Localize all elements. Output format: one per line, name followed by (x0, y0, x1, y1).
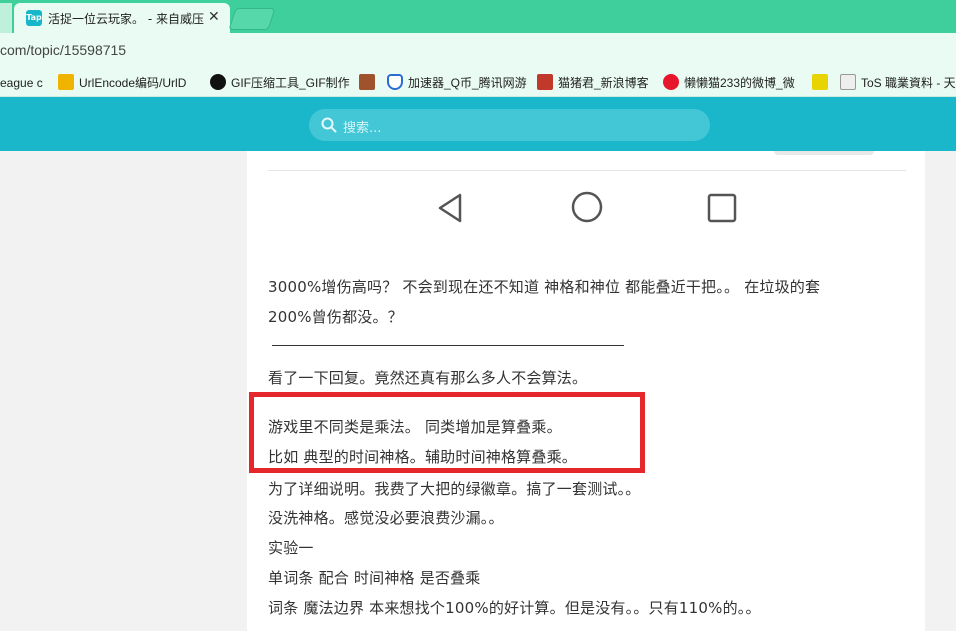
gif-tool-icon (210, 74, 226, 90)
browser-tab-strip: Tap 活捉一位云玩家。 - 来自威压 ✕ (0, 0, 956, 33)
bookmarks-bar: eague c UrlEncode编码/UrlD GIF压缩工具_GIF制作 加… (0, 69, 956, 97)
new-tab-button[interactable] (228, 8, 276, 30)
divider (268, 170, 906, 171)
post-line: 没洗神格。感觉没必要浪费沙漏。。 (268, 509, 504, 527)
box-icon (359, 74, 375, 90)
bookmark-accelerator[interactable]: 加速器_Q币_腾讯网游 (387, 73, 527, 93)
red-highlight-box (249, 392, 645, 473)
tian-icon (840, 74, 856, 90)
bookmark-tos[interactable]: ToS 職業資料 - 天 (840, 73, 956, 93)
bookmark-blog[interactable]: 猫猪君_新浪博客 (537, 73, 649, 93)
bookmark-urlencode[interactable]: UrlEncode编码/UrlD (58, 73, 186, 93)
bookmark-weibo[interactable]: 懒懒猫233的微博_微 (663, 73, 795, 93)
previous-tab[interactable] (0, 3, 12, 33)
post-line: 实验一 (268, 539, 314, 557)
bookmark-gif[interactable]: GIF压缩工具_GIF制作 (210, 73, 350, 93)
search-input[interactable]: 搜索... (309, 109, 710, 141)
star-icon (812, 74, 828, 90)
bookmark-box[interactable] (359, 73, 380, 93)
bookmark-league[interactable]: eague c (0, 73, 43, 93)
post-line: 看了一下回复。竟然还真有那么多人不会算法。 (268, 369, 588, 387)
home-circle-icon (571, 191, 603, 223)
address-bar[interactable]: com/topic/15598715 (0, 33, 956, 69)
back-triangle-icon (438, 193, 462, 223)
close-tab-icon[interactable]: ✕ (208, 9, 220, 25)
cat-icon (537, 74, 553, 90)
search-placeholder: 搜索... (343, 121, 382, 136)
post-line: 3000%增伤高吗？ 不会到现在还不知道 神格和神位 都能叠近干把。。 在垃圾的… (268, 278, 821, 296)
urlencode-icon (58, 74, 74, 90)
search-icon (321, 117, 337, 133)
site-header: 搜索... (0, 97, 956, 151)
url-text[interactable]: com/topic/15598715 (0, 42, 126, 58)
post-line: 词条 魔法边界 本来想找个100%的好计算。但是没有。。只有110%的。。 (268, 599, 761, 617)
taptap-favicon-icon: Tap (26, 10, 42, 26)
active-tab[interactable]: Tap 活捉一位云玩家。 - 来自威压 ✕ (14, 3, 230, 33)
shield-icon (387, 74, 403, 90)
header-button-edge (774, 151, 874, 155)
separator-rule (272, 345, 624, 346)
post-line: 为了详细说明。我费了大把的绿徽章。搞了一套测试。。 (268, 480, 641, 498)
weibo-icon (663, 74, 679, 90)
post-line: 200%曾伤都没。？ (268, 308, 403, 326)
post-line: 单词条 配合 时间神格 是否叠乘 (268, 569, 481, 587)
recents-square-icon (707, 193, 737, 223)
bookmark-yellow[interactable] (812, 73, 833, 93)
tab-title: 活捉一位云玩家。 - 来自威压 (48, 12, 204, 26)
